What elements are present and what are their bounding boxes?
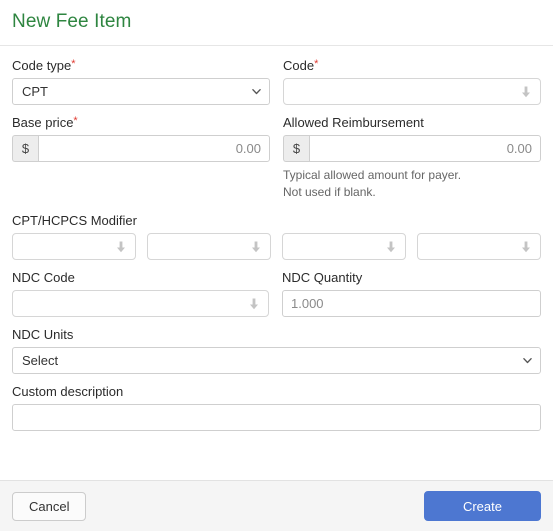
required-asterisk: * [71,58,76,70]
currency-symbol-icon: $ [12,135,38,162]
chevron-down-icon [523,356,532,365]
label-code: Code* [283,58,541,73]
arrow-down-icon [384,240,398,254]
field-ndc-quantity: NDC Quantity [282,270,541,317]
input-group-base-price: $ [12,135,270,162]
modifier-row [12,233,541,260]
select-code-type-value: CPT [22,84,48,99]
new-fee-item-modal: New Fee Item Code type* CPT Code* Base p… [0,0,553,531]
label-code-text: Code [283,58,315,73]
field-code-type: Code type* CPT [12,58,270,105]
currency-symbol-icon: $ [283,135,309,162]
dropdown-modifier-1[interactable] [12,233,136,260]
label-ndc-units: NDC Units [12,327,74,342]
arrow-down-icon [519,85,533,99]
dropdown-modifier-4[interactable] [417,233,541,260]
required-asterisk: * [73,115,78,127]
help-line-1: Typical allowed amount for payer. [283,168,462,182]
page-title: New Fee Item [12,11,132,33]
chevron-down-icon [252,87,261,96]
field-modifiers: CPT/HCPCS Modifier [12,213,541,260]
dropdown-modifier-3[interactable] [282,233,406,260]
field-base-price: Base price* $ [12,115,270,201]
dropdown-code[interactable] [283,78,541,105]
label-ndc-code: NDC Code [12,270,75,285]
label-code-type: Code type* [12,58,270,73]
arrow-down-icon [114,240,128,254]
allowed-reimbursement-input[interactable] [309,135,541,162]
form-row-code: Code type* CPT Code* [12,58,541,115]
field-ndc-code: NDC Code [12,270,269,317]
modal-footer: Cancel Create [0,480,553,531]
label-code-type-text: Code type [12,58,72,73]
cancel-button[interactable]: Cancel [12,491,87,521]
field-ndc-units: NDC Units Select [12,327,541,374]
modifier-cell-1 [12,233,136,260]
field-custom-description: Custom description [12,384,541,431]
label-modifiers: CPT/HCPCS Modifier [12,213,137,228]
arrow-down-icon [247,297,261,311]
form-row-ndc: NDC Code NDC Quantity [12,270,541,327]
select-ndc-units[interactable]: Select [12,347,541,374]
help-line-2: Not used if blank. [283,185,376,199]
base-price-input[interactable] [38,135,270,162]
label-base-price: Base price* [12,115,270,130]
dropdown-ndc-code[interactable] [12,290,269,317]
required-asterisk: * [314,58,319,70]
custom-description-input[interactable] [12,404,541,431]
input-group-allowed-reimbursement: $ [283,135,541,162]
label-ndc-quantity: NDC Quantity [282,270,363,285]
select-ndc-units-value: Select [22,353,59,368]
modifier-cell-4 [417,233,541,260]
field-code: Code* [283,58,541,105]
arrow-down-icon [249,240,263,254]
modifier-cell-2 [147,233,271,260]
select-code-type[interactable]: CPT [12,78,270,105]
arrow-down-icon [519,240,533,254]
dropdown-modifier-2[interactable] [147,233,271,260]
modifier-cell-3 [282,233,406,260]
field-allowed-reimbursement: Allowed Reimbursement $ Typical allowed … [283,115,541,201]
label-custom-description: Custom description [12,384,124,399]
label-allowed-reimbursement: Allowed Reimbursement [283,115,424,130]
label-base-price-text: Base price [12,115,74,130]
ndc-quantity-input[interactable] [282,290,541,317]
form-row-prices: Base price* $ Allowed Reimbursement $ Ty… [12,115,541,211]
create-button[interactable]: Create [423,491,541,521]
allowed-reimbursement-help: Typical allowed amount for payer. Not us… [283,167,541,201]
modal-body: Code type* CPT Code* Base price* $ 0.00 … [0,46,553,480]
modal-header: New Fee Item [0,0,553,46]
